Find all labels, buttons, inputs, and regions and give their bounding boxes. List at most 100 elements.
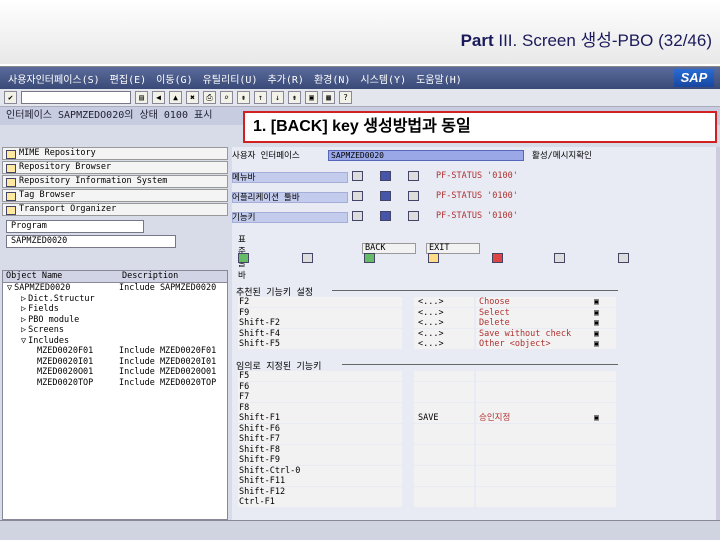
nav-repository-browser[interactable]: Repository Browser (2, 161, 228, 174)
function-code[interactable] (414, 423, 474, 434)
edit-icon[interactable] (352, 191, 363, 201)
help-icon[interactable]: ? (339, 91, 352, 104)
last-page-icon[interactable]: ⇟ (288, 91, 301, 104)
next-page-icon[interactable]: ↓ (271, 91, 284, 104)
nav-mime-repository[interactable]: MIME Repository (2, 147, 228, 160)
function-text[interactable] (476, 423, 616, 434)
nav-transport-organizer[interactable]: Transport Organizer (2, 203, 228, 216)
function-code[interactable] (414, 486, 474, 497)
function-icon[interactable]: ▣ (594, 329, 605, 339)
function-code[interactable] (414, 444, 474, 455)
object-type-select[interactable]: Program (6, 220, 144, 233)
function-code[interactable]: <...> (414, 328, 474, 339)
vertical-scrollbar[interactable] (716, 147, 720, 520)
menu-item[interactable]: 편집(E) (110, 71, 146, 86)
info-icon[interactable] (380, 211, 391, 221)
function-code[interactable] (414, 497, 474, 507)
function-code[interactable] (414, 402, 474, 413)
function-code[interactable]: <...> (414, 307, 474, 318)
menu-item[interactable]: 추가(R) (267, 71, 303, 86)
tree-expander-icon[interactable]: ▽ (7, 283, 12, 293)
function-text[interactable] (476, 455, 616, 465)
tree-row[interactable]: MZED0020I01 Include MZED0020I01 (3, 357, 227, 368)
function-icon[interactable]: ▣ (594, 318, 605, 328)
tree-row[interactable]: ▷ Fields (3, 304, 227, 315)
first-page-icon[interactable]: ⇞ (237, 91, 250, 104)
function-code[interactable]: <...> (414, 297, 474, 307)
tree-row[interactable]: ▽ Includes (3, 336, 227, 347)
tree-expander-icon[interactable]: ▷ (21, 315, 26, 325)
menu-item[interactable]: 환경(N) (314, 71, 350, 86)
function-key: F8 (238, 402, 402, 413)
function-icon[interactable]: ▣ (594, 413, 605, 423)
info-icon[interactable] (380, 191, 391, 201)
function-key-row: Shift-F4 <...> Save without check ▣ (238, 328, 618, 340)
function-code[interactable] (414, 476, 474, 486)
tree-object-label: Includes (28, 335, 70, 346)
tree-object-name: MZED0020F01 (3, 346, 119, 357)
tree-expander-icon[interactable]: ▷ (21, 304, 26, 314)
tree-row[interactable]: ▷ Screens (3, 325, 227, 336)
function-code[interactable]: SAVE (414, 413, 474, 423)
function-text[interactable] (476, 392, 616, 402)
nav-tag-browser[interactable]: Tag Browser (2, 189, 228, 202)
nav-repository-info-system[interactable]: Repository Information System (2, 175, 228, 188)
command-field[interactable] (21, 91, 131, 104)
function-code[interactable]: <...> (414, 318, 474, 328)
function-text[interactable] (476, 476, 616, 486)
function-key-row: F8 (238, 402, 618, 414)
tree-row[interactable]: ▷ Dict.Structur (3, 294, 227, 305)
tree-expander-icon[interactable]: ▷ (21, 325, 26, 335)
save-icon[interactable]: ▤ (135, 91, 148, 104)
tree-row[interactable]: ▽ SAPMZED0020 Include SAPMZED0020 (3, 283, 227, 294)
function-code[interactable] (414, 465, 474, 476)
function-icon[interactable]: ▣ (594, 297, 605, 307)
menu-item[interactable]: 사용자인터페이스(S) (8, 71, 100, 86)
menu-item[interactable]: 시스템(Y) (360, 71, 406, 86)
function-icon[interactable]: ▣ (594, 339, 605, 349)
info-icon[interactable] (380, 171, 391, 181)
function-text[interactable] (476, 434, 616, 444)
function-code[interactable] (414, 434, 474, 444)
confirm-icon[interactable]: ✔ (4, 91, 17, 104)
tree-row[interactable]: MZED0020O01 Include MZED0020O01 (3, 367, 227, 378)
function-key: F5 (238, 371, 402, 381)
function-icon[interactable]: ▣ (594, 308, 605, 318)
function-text[interactable] (476, 371, 616, 381)
menu-item[interactable]: 이동(G) (156, 71, 192, 86)
shortcut-icon[interactable]: ▦ (322, 91, 335, 104)
hierarchy-icon[interactable] (408, 171, 419, 181)
function-key-row: Shift-F11 (238, 476, 618, 487)
function-text[interactable] (476, 465, 616, 476)
function-text[interactable] (476, 402, 616, 413)
menu-item[interactable]: 유틸리티(U) (203, 71, 258, 86)
edit-icon[interactable] (352, 171, 363, 181)
function-text[interactable] (476, 486, 616, 497)
hierarchy-icon[interactable] (408, 191, 419, 201)
tree-row[interactable]: MZED0020F01 Include MZED0020F01 (3, 346, 227, 357)
slide-title: Part III. Screen 생성-PBO (32/46) (460, 31, 712, 50)
function-code[interactable] (414, 371, 474, 381)
cancel-icon[interactable]: ✖ (186, 91, 199, 104)
object-name-input[interactable]: SAPMZED0020 (6, 235, 176, 248)
edit-icon[interactable] (352, 211, 363, 221)
tree-row[interactable]: MZED0020TOP Include MZED0020TOP (3, 378, 227, 389)
menu-item[interactable]: 도움말(H) (416, 71, 462, 86)
function-code[interactable]: <...> (414, 339, 474, 349)
find-icon[interactable]: ⌕ (220, 91, 233, 104)
print-icon[interactable]: ⎙ (203, 91, 216, 104)
function-text[interactable] (476, 444, 616, 455)
function-code[interactable] (414, 381, 474, 392)
function-text[interactable] (476, 381, 616, 392)
tree-expander-icon[interactable]: ▽ (21, 336, 26, 346)
function-text[interactable] (476, 497, 616, 507)
function-code[interactable] (414, 455, 474, 465)
hierarchy-icon[interactable] (408, 211, 419, 221)
new-session-icon[interactable]: ▣ (305, 91, 318, 104)
function-code[interactable] (414, 392, 474, 402)
prev-page-icon[interactable]: ↑ (254, 91, 267, 104)
exit-icon[interactable]: ▲ (169, 91, 182, 104)
back-icon[interactable]: ◀ (152, 91, 165, 104)
tree-expander-icon[interactable]: ▷ (21, 294, 26, 304)
tree-row[interactable]: ▷ PBO module (3, 315, 227, 326)
